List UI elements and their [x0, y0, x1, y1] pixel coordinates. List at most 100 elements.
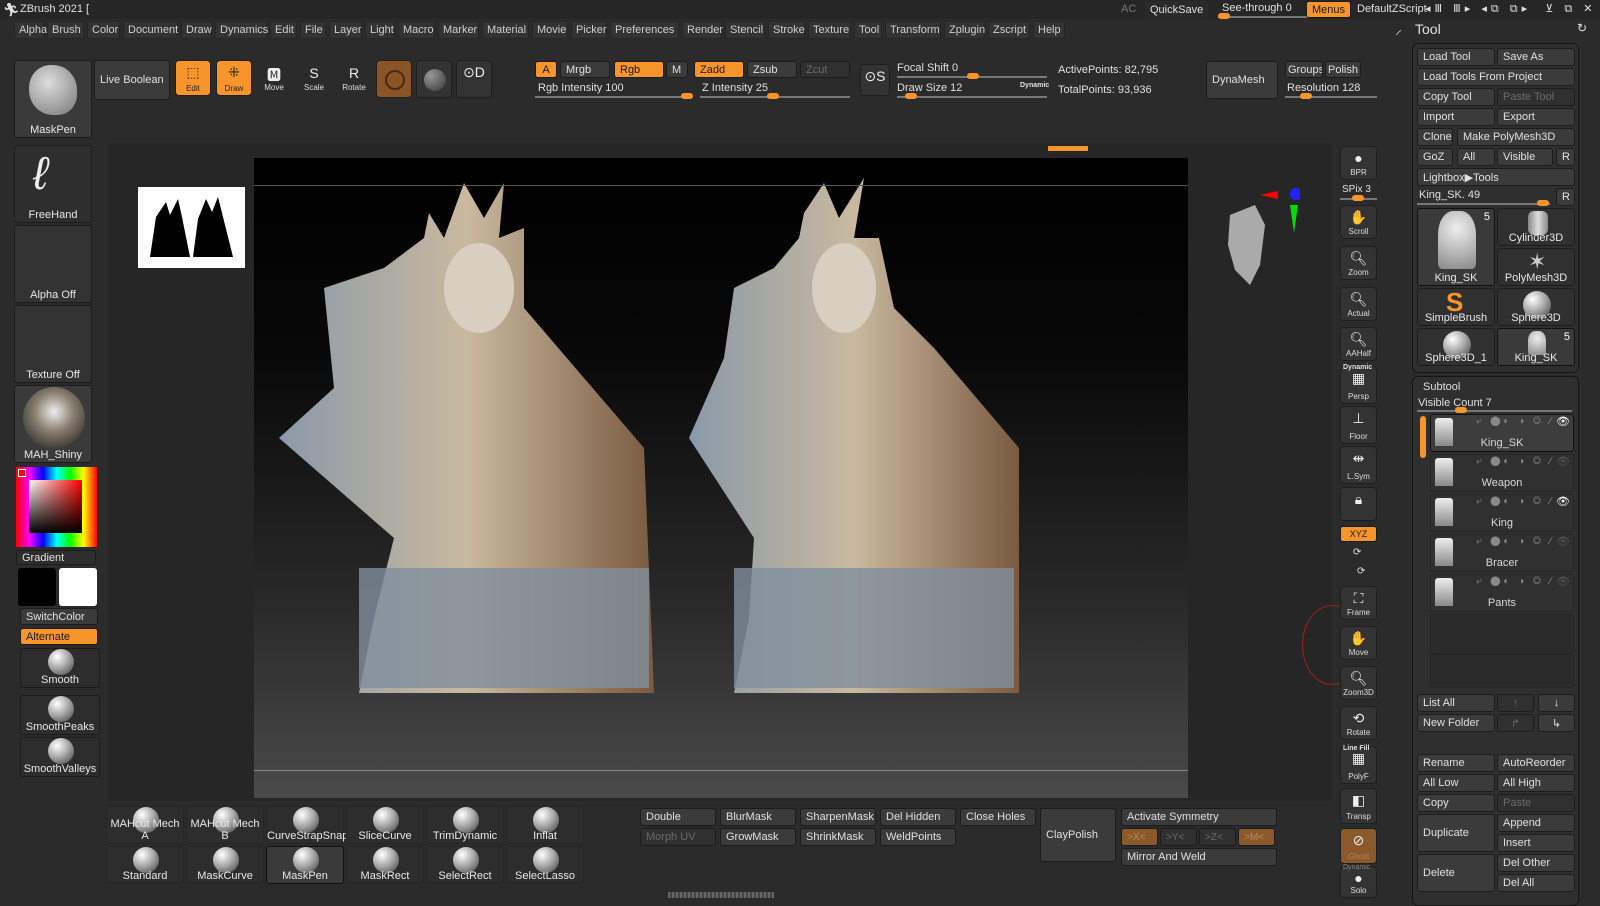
view-lock-button[interactable]: 🔒︎	[1340, 487, 1377, 521]
color-picker[interactable]	[16, 467, 97, 547]
view-rotate-button[interactable]: ⟲ Rotate	[1340, 706, 1377, 740]
copy-tool-button[interactable]: Copy Tool	[1417, 88, 1495, 106]
close-holes-button[interactable]: Close Holes	[960, 808, 1036, 826]
all-high-button[interactable]: All High	[1497, 774, 1575, 792]
zcut-toggle[interactable]: Zcut	[800, 61, 850, 78]
sym-m-toggle[interactable]: >M<	[1238, 828, 1275, 846]
z-intensity-slider[interactable]	[700, 93, 850, 99]
scale-button[interactable]: S Scale	[298, 62, 330, 94]
tool-polymesh3d[interactable]: ✶ PolyMesh3D	[1497, 248, 1575, 286]
double-button[interactable]: Double	[640, 808, 716, 826]
edit-button[interactable]: ⬚ Edit	[175, 60, 211, 96]
rotate-button[interactable]: R Rotate	[338, 62, 370, 94]
brush-mahcut-mech-b[interactable]: MAHcut Mech B	[186, 806, 264, 844]
rgb-intensity-slider[interactable]	[535, 93, 693, 99]
view-frame-button[interactable]: ⛶ Frame	[1340, 586, 1377, 620]
menu-tool[interactable]: Tool	[854, 21, 882, 39]
activate-symmetry-button[interactable]: Activate Symmetry	[1121, 808, 1277, 826]
eye-icon[interactable]: 👁︎	[1556, 535, 1570, 548]
secondary-color-swatch[interactable]	[59, 568, 97, 606]
tool-sphere3d[interactable]: Sphere3D	[1497, 288, 1575, 326]
subtool-controls-icon[interactable]: ⤶ ⬤◐ ◑ ◎ ⁄	[1476, 496, 1554, 507]
tool-simplebrush[interactable]: S SimpleBrush	[1417, 287, 1495, 326]
menu-color[interactable]: Color	[87, 21, 120, 39]
brush-trimdynamic[interactable]: TrimDynamic	[426, 806, 504, 844]
tool-king_sk[interactable]: King_SK 5	[1417, 208, 1495, 286]
brush-smooth[interactable]: Smooth	[20, 648, 100, 688]
copy-button[interactable]: Copy	[1417, 794, 1495, 812]
menus-button[interactable]: Menus	[1306, 1, 1352, 18]
del-other-button[interactable]: Del Other	[1497, 854, 1575, 872]
default-zscript[interactable]: DefaultZScript	[1357, 3, 1427, 15]
subtool-controls-icon[interactable]: ⤶ ⬤◐ ◑ ◎ ⁄	[1476, 576, 1554, 587]
import-button[interactable]: Import	[1417, 108, 1495, 126]
menu-movie[interactable]: Movie	[532, 21, 568, 39]
all-button[interactable]: All	[1457, 148, 1495, 166]
view-aahalf-button[interactable]: 🔍︎ AAHalf	[1340, 327, 1377, 361]
material-thumbnail[interactable]: MAH_Shiny	[14, 385, 92, 463]
view-transp-button[interactable]: ◧ Transp	[1340, 788, 1377, 824]
view-persp-button[interactable]: ▦ Persp	[1340, 366, 1377, 404]
subtool-item-weapon[interactable]: ⤶ ⬤◐ ◑ ◎ ⁄ 👁︎ Weapon	[1430, 454, 1574, 492]
menu-light[interactable]: Light	[365, 21, 395, 39]
subtool-controls-icon[interactable]: ⤶ ⬤◐ ◑ ◎ ⁄	[1476, 456, 1554, 467]
dynamesh-button[interactable]: DynaMesh	[1206, 61, 1278, 99]
subtool-item-king_sk[interactable]: ⤶ ⬤◐ ◑ ◎ ⁄ 👁︎ King_SK	[1430, 414, 1574, 452]
shading-button[interactable]	[416, 60, 452, 98]
refresh-icon[interactable]: ↻	[1577, 21, 1587, 35]
brush-maskrect[interactable]: MaskRect	[346, 846, 424, 884]
view-actual-button[interactable]: 🔍︎ Actual	[1340, 287, 1377, 321]
all-low-button[interactable]: All Low	[1417, 774, 1495, 792]
subtool-item-pants[interactable]: ⤶ ⬤◐ ◑ ◎ ⁄ 👁︎ Pants	[1430, 574, 1574, 612]
shelf-toggle-handle[interactable]	[668, 892, 774, 898]
texture-thumbnail[interactable]: Texture Off	[14, 305, 92, 383]
mrgb-toggle[interactable]: Mrgb	[560, 61, 610, 78]
menu-draw[interactable]: Draw	[181, 21, 212, 39]
r2-button[interactable]: R	[1556, 188, 1575, 206]
menu-preferences[interactable]: Preferences	[610, 21, 679, 39]
rotate-z-icon[interactable]: ⟳	[1357, 566, 1365, 577]
weldpoints-button[interactable]: WeldPoints	[880, 828, 956, 846]
view-floor-button[interactable]: ⊥ Floor	[1340, 406, 1377, 444]
subtool-item-bracer[interactable]: ⤶ ⬤◐ ◑ ◎ ⁄ 👁︎ Bracer	[1430, 534, 1574, 572]
arrow-right-icon[interactable]: ↱	[1497, 714, 1534, 732]
move-down-icon[interactable]: ↓	[1538, 694, 1575, 712]
goz-button[interactable]: GoZ	[1417, 148, 1453, 166]
live-boolean-button[interactable]: Live Boolean	[94, 60, 170, 100]
view-scroll-button[interactable]: ✋ Scroll	[1340, 205, 1377, 239]
a-toggle[interactable]: A	[535, 61, 557, 78]
draw-button[interactable]: ⁜ Draw	[216, 60, 252, 96]
insert-button[interactable]: Insert	[1497, 834, 1575, 852]
navigation-gizmo[interactable]	[1220, 185, 1300, 295]
menu-alpha[interactable]: Alpha	[14, 21, 47, 39]
arrow-down-right-icon[interactable]: ↳	[1538, 714, 1575, 732]
duplicate-button[interactable]: Duplicate	[1417, 814, 1495, 852]
sym-z-toggle[interactable]: >Z<	[1199, 828, 1236, 846]
gradient-button[interactable]: Gradient	[16, 550, 96, 565]
view-zoom3d-button[interactable]: 🔍︎ Zoom3D	[1340, 666, 1377, 700]
rgb-toggle[interactable]: Rgb	[614, 61, 664, 78]
sharpenmask-button[interactable]: SharpenMask	[800, 808, 876, 826]
menu-zplugin[interactable]: Zplugin	[944, 21, 985, 39]
append-button[interactable]: Append	[1497, 814, 1575, 832]
shrinkmask-button[interactable]: ShrinkMask	[800, 828, 876, 846]
mirror-weld-button[interactable]: Mirror And Weld	[1121, 848, 1277, 866]
brush-smoothvalleys[interactable]: SmoothValleys	[20, 737, 100, 777]
tool-slider[interactable]	[1417, 200, 1550, 206]
tool-cylinder3d[interactable]: Cylinder3D	[1497, 208, 1575, 246]
ac-label[interactable]: AC	[1121, 3, 1136, 15]
brush-maskpen[interactable]: MaskPen	[266, 846, 344, 884]
alpha-thumbnail[interactable]: Alpha Off	[14, 225, 92, 303]
make-polymesh-button[interactable]: Make PolyMesh3D	[1457, 128, 1575, 146]
rotate-y-icon[interactable]: ⟳	[1353, 547, 1361, 558]
eye-icon[interactable]: 👁︎	[1556, 415, 1570, 428]
brush-inflat[interactable]: Inflat	[506, 806, 584, 844]
claypolish-button[interactable]: ClayPolish	[1040, 808, 1116, 862]
r-button[interactable]: R	[1556, 148, 1575, 166]
autoreorder-button[interactable]: AutoReorder	[1497, 754, 1575, 772]
growmask-button[interactable]: GrowMask	[720, 828, 796, 846]
menu-transform[interactable]: Transform	[885, 21, 941, 39]
xyz-button[interactable]: XYZ	[1340, 526, 1377, 542]
delete-button[interactable]: Delete	[1417, 854, 1495, 892]
menu-file[interactable]: File	[300, 21, 326, 39]
